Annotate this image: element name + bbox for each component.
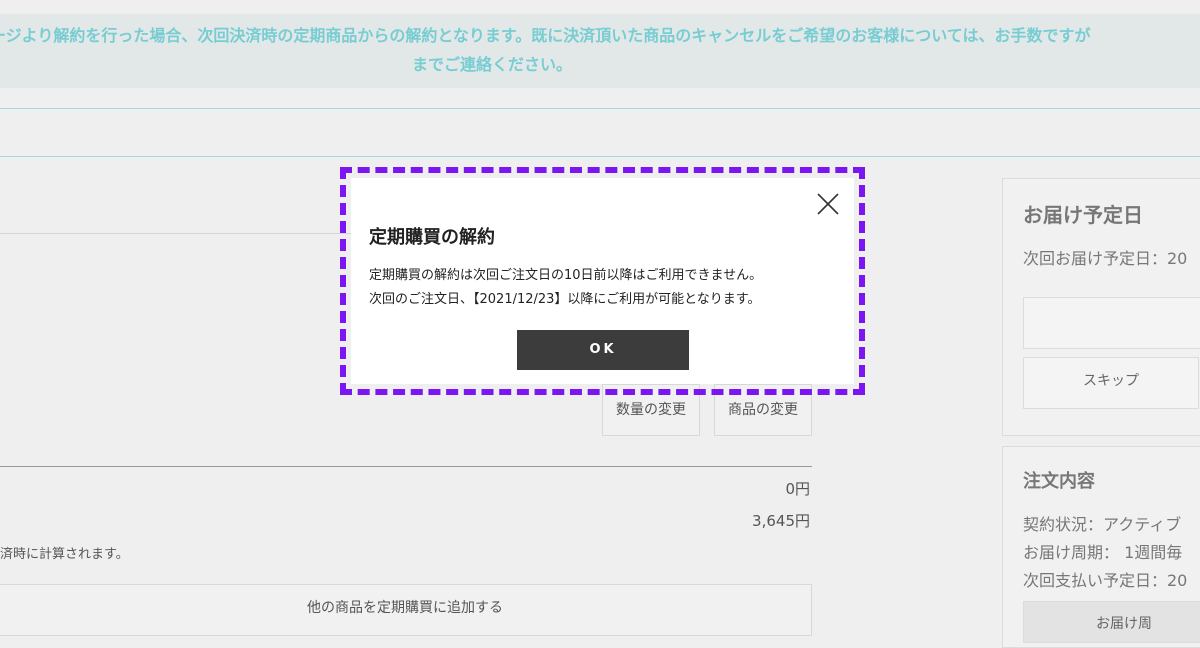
modal-body: 定期購買の解約は次回ご注文日の10日前以降はご利用できません。 次回のご注文日、… [369, 264, 839, 312]
modal-body-line-2: 次回のご注文日、【2021/12/23】以降にご利用が可能となります。 [369, 292, 761, 307]
order-heading: 注文内容 [1023, 471, 1095, 492]
order-panel: 注文内容 契約状況：アクティブ お届け周期： 1週間毎 次回支払い予定日：20 … [1002, 446, 1200, 648]
close-icon[interactable] [816, 192, 840, 216]
price-zero: 0円 [785, 480, 810, 498]
notice-banner: ージより解約を行った場合、次回決済時の定期商品からの解約となります。既に決済頂い… [0, 14, 1200, 88]
modal-title: 定期購買の解約 [369, 227, 495, 248]
delivery-cycle-button[interactable]: お届け周 [1023, 601, 1200, 643]
ok-button[interactable]: OK [517, 330, 689, 370]
tax-note: 済時に計算されます。 [0, 547, 129, 562]
add-product-button[interactable]: 他の商品を定期購買に追加する [0, 584, 812, 636]
cancel-subscription-modal: 定期購買の解約 定期購買の解約は次回ご注文日の10日前以降はご利用できません。 … [351, 178, 854, 384]
skip-button[interactable]: スキップ [1023, 357, 1199, 409]
change-date-label: 変 [1034, 298, 1200, 348]
delivery-cycle: お届け周期： 1週間毎 [1023, 543, 1183, 562]
divider [0, 108, 1200, 109]
next-payment-date: 次回支払い予定日：20 [1023, 571, 1188, 590]
delivery-heading: お届け予定日 [1023, 203, 1143, 227]
price-total: 3,645円 [752, 512, 810, 530]
divider [0, 156, 1200, 157]
delivery-panel: お届け予定日 次回お届け予定日：20 変 スキップ [1002, 178, 1200, 436]
next-delivery-date: 次回お届け予定日：20 [1023, 249, 1188, 268]
divider [0, 466, 812, 467]
modal-body-line-1: 定期購買の解約は次回ご注文日の10日前以降はご利用できません。 [369, 268, 763, 283]
change-date-button[interactable]: 変 [1023, 297, 1200, 349]
contract-status: 契約状況：アクティブ [1023, 515, 1182, 534]
notice-line-2: までご連絡ください。 [411, 55, 572, 74]
notice-line-1: ージより解約を行った場合、次回決済時の定期商品からの解約となります。既に決済頂い… [0, 26, 1091, 45]
